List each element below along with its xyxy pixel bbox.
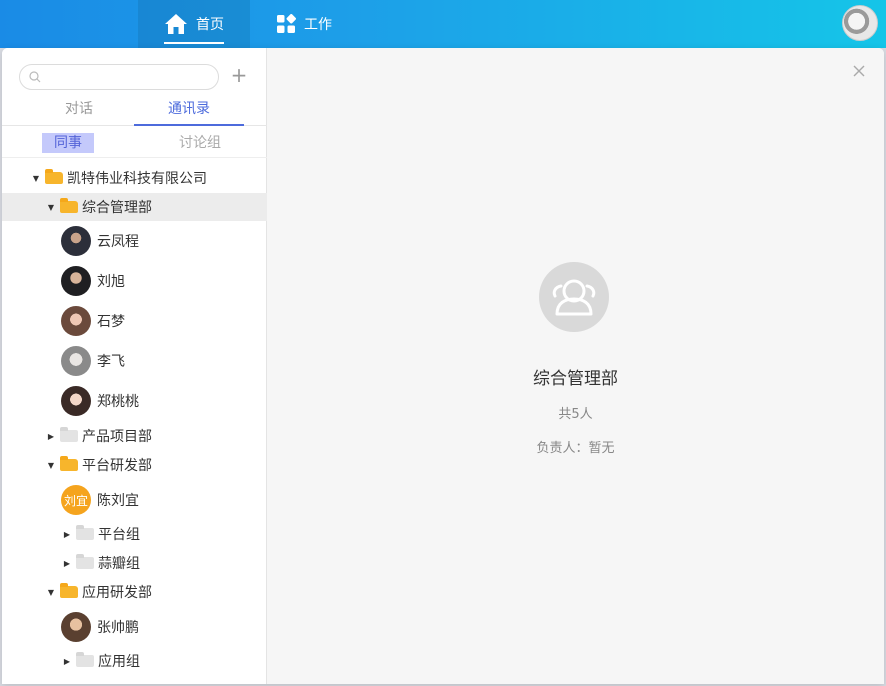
- caret-down-icon[interactable]: ▼: [46, 461, 56, 470]
- subtab-discussion-groups[interactable]: 讨论组: [172, 133, 228, 153]
- caret-down-icon[interactable]: ▼: [46, 588, 56, 597]
- nav-work-label: 工作: [304, 17, 332, 33]
- tree-node-label: 平台研发部: [82, 458, 152, 474]
- search-input[interactable]: [46, 68, 212, 86]
- tree-node-label: 应用组: [98, 654, 140, 670]
- tree-node-group[interactable]: ▶ 应用组: [2, 647, 267, 675]
- close-icon[interactable]: [852, 64, 866, 78]
- person-name: 陈刘宜: [97, 493, 139, 509]
- avatar: 刘宜: [61, 485, 91, 515]
- tree-node-company[interactable]: ▼ 凯特伟业科技有限公司: [2, 164, 267, 192]
- tree-node-dept[interactable]: ▼ 综合管理部: [2, 193, 267, 221]
- group-icon: [552, 279, 596, 316]
- person-name: 石梦: [97, 314, 125, 330]
- tree-node-dept[interactable]: ▼ 平台研发部: [2, 451, 267, 479]
- avatar: [61, 226, 91, 256]
- folder-open-icon: [60, 583, 78, 598]
- list-item-person[interactable]: 石梦: [2, 301, 267, 341]
- caret-down-icon[interactable]: ▼: [46, 203, 56, 212]
- tree-node-label: 凯特伟业科技有限公司: [67, 171, 207, 187]
- search-box[interactable]: [19, 64, 219, 90]
- folder-open-icon: [60, 198, 78, 213]
- tree-node-dept[interactable]: ▼ 应用研发部: [2, 578, 267, 606]
- list-item-person[interactable]: 云凤程: [2, 221, 267, 261]
- tree-node-group[interactable]: ▶ 平台组: [2, 520, 267, 548]
- tree-node-label: 综合管理部: [82, 200, 152, 216]
- subtab-colleagues[interactable]: 同事: [42, 133, 94, 153]
- avatar: [61, 346, 91, 376]
- person-name: 郑桃桃: [97, 394, 139, 410]
- nav-home[interactable]: 首页: [138, 0, 250, 48]
- caret-right-icon[interactable]: ▶: [46, 432, 56, 441]
- avatar: [61, 306, 91, 336]
- contacts-sidebar: + 对话 通讯录 同事 讨论组 ▼ 凯特伟业科技有限公司 ▼ 综合管理部 云凤程…: [2, 48, 267, 684]
- caret-right-icon[interactable]: ▶: [62, 559, 72, 568]
- person-name: 李飞: [97, 354, 125, 370]
- contacts-panel: + 对话 通讯录 同事 讨论组 ▼ 凯特伟业科技有限公司 ▼ 综合管理部 云凤程…: [2, 48, 884, 684]
- search-icon: [29, 71, 41, 83]
- folder-open-icon: [60, 456, 78, 471]
- person-name: 云凤程: [97, 234, 139, 250]
- tab-contacts[interactable]: 通讯录: [134, 98, 244, 126]
- member-count: 共5人: [558, 407, 593, 422]
- dept-owner: 负责人：暂无: [536, 441, 615, 456]
- folder-closed-icon: [60, 427, 78, 442]
- list-item-person[interactable]: 刘宜 陈刘宜: [2, 480, 267, 520]
- dept-detail-pane: 综合管理部 共5人 负责人：暂无: [267, 48, 884, 684]
- folder-closed-icon: [76, 652, 94, 667]
- tab-chat[interactable]: 对话: [42, 98, 116, 124]
- tree-node-label: 平台组: [98, 527, 140, 543]
- list-item-person[interactable]: 张帅鹏: [2, 607, 267, 647]
- folder-closed-icon: [76, 554, 94, 569]
- nav-home-label: 首页: [164, 10, 224, 44]
- list-item-person[interactable]: 刘旭: [2, 261, 267, 301]
- caret-right-icon[interactable]: ▶: [62, 657, 72, 666]
- home-icon: [165, 14, 187, 34]
- tree-node-label: 蒜瓣组: [98, 556, 140, 572]
- folder-closed-icon: [76, 525, 94, 540]
- nav-work[interactable]: 工作: [276, 0, 332, 48]
- top-nav-bar: 首页 工作: [0, 0, 886, 48]
- person-name: 刘旭: [97, 274, 125, 290]
- user-avatar[interactable]: [842, 5, 878, 41]
- person-name: 张帅鹏: [97, 620, 139, 636]
- tree-node-label: 应用研发部: [82, 585, 152, 601]
- avatar: [61, 612, 91, 642]
- main-tabs: 对话 通讯录: [2, 96, 267, 126]
- avatar: [61, 386, 91, 416]
- apps-icon: [277, 14, 296, 33]
- tree-node-group[interactable]: ▶ 蒜瓣组: [2, 549, 267, 577]
- folder-open-icon: [45, 169, 63, 184]
- caret-down-icon[interactable]: ▼: [31, 174, 41, 183]
- avatar: [61, 266, 91, 296]
- add-icon[interactable]: +: [230, 64, 248, 86]
- tree-node-label: 产品项目部: [82, 429, 152, 445]
- dept-title: 综合管理部: [533, 369, 618, 389]
- caret-right-icon[interactable]: ▶: [62, 530, 72, 539]
- tree-node-dept[interactable]: ▶ 产品项目部: [2, 422, 267, 450]
- sub-tabs: 同事 讨论组: [2, 128, 267, 158]
- list-item-person[interactable]: 李飞: [2, 341, 267, 381]
- group-avatar: [539, 262, 609, 332]
- list-item-person[interactable]: 郑桃桃: [2, 381, 267, 421]
